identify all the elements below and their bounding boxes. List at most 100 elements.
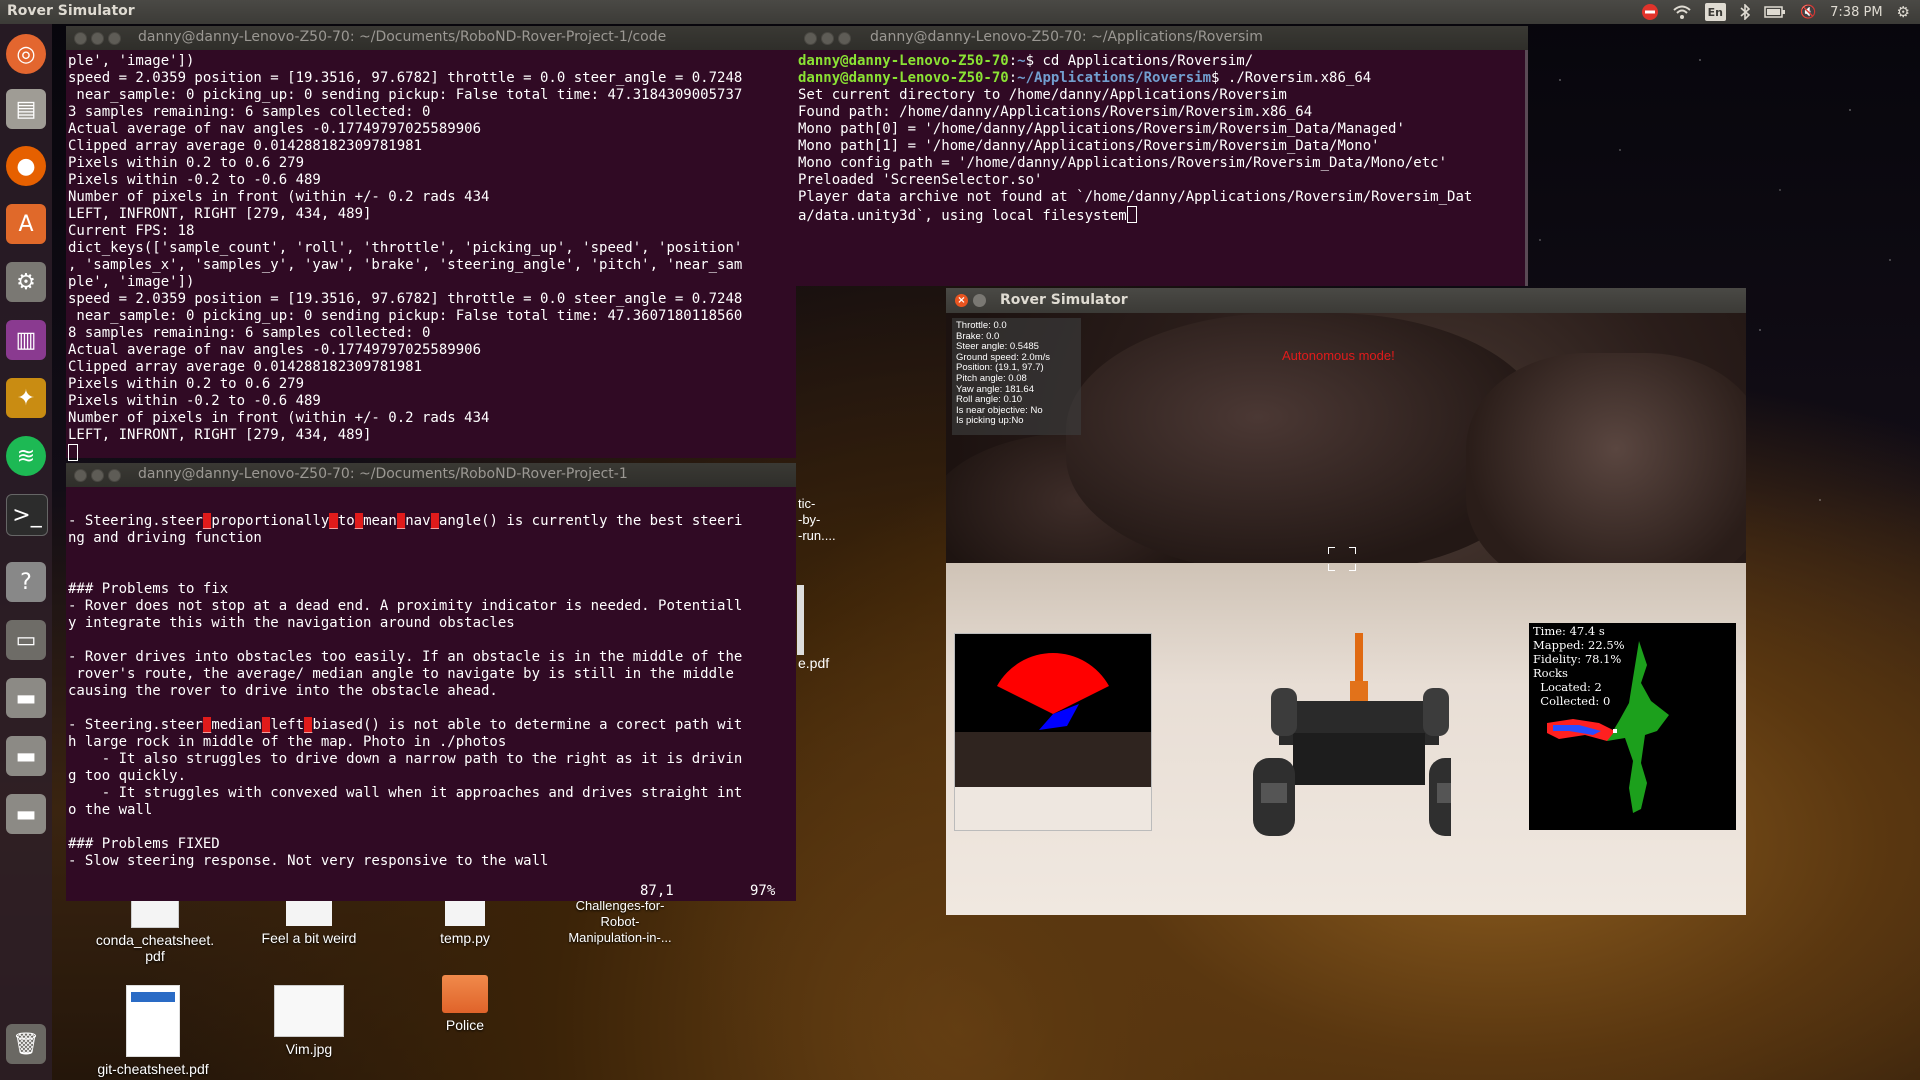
prompt-path: ~/Applications/Roversim bbox=[1017, 70, 1212, 86]
keyboard-layout-indicator[interactable]: En bbox=[1704, 3, 1726, 21]
close-icon[interactable]: × bbox=[955, 294, 968, 307]
terminal-titlebar[interactable]: danny@danny-Lenovo-Z50-70: ~/Application… bbox=[796, 26, 1528, 50]
top-panel: Rover Simulator En 🔇 7:38 PM ⚙ bbox=[0, 0, 1920, 24]
desktop-icon-label: Vim.jpg bbox=[285, 1041, 333, 1057]
drive-icon[interactable]: ▬ bbox=[6, 736, 46, 776]
terminal-line: Mono path[1] = '/home/danny/Applications… bbox=[798, 138, 1380, 154]
firefox-icon[interactable]: ● bbox=[6, 146, 46, 186]
map-statistics: Time: 47.4 s Mapped: 22.5% Fidelity: 78.1%… bbox=[1533, 624, 1625, 708]
terminal-line: LEFT, INFRONT, RIGHT [279, 434, 489] bbox=[68, 427, 372, 443]
pdf-thumbnail-icon bbox=[126, 985, 180, 1057]
terminal-output-last-line: a/data.unity3d`, using local filesystem bbox=[798, 208, 1127, 224]
terminal-line: LEFT, INFRONT, RIGHT [279, 434, 489] bbox=[68, 206, 372, 222]
system-tray: En 🔇 7:38 PM ⚙ bbox=[1641, 0, 1920, 24]
terminal-window-code[interactable]: danny@danny-Lenovo-Z50-70: ~/Documents/R… bbox=[66, 26, 796, 461]
terminal-icon[interactable]: >_ bbox=[6, 494, 48, 536]
rover-simulator-window[interactable]: × Rover Simulator Throttle: 0.0 Brake: 0.… bbox=[946, 288, 1746, 915]
telemetry-hud: Throttle: 0.0 Brake: 0.0 Steer angle: 0.54… bbox=[952, 318, 1081, 435]
maximize-icon[interactable] bbox=[108, 32, 121, 45]
simulator-titlebar[interactable]: × Rover Simulator bbox=[946, 288, 1746, 313]
terminal-cursor bbox=[1126, 206, 1137, 223]
clock[interactable]: 7:38 PM bbox=[1830, 3, 1882, 21]
terminal-line: , 'samples_x', 'samples_y', 'yaw', 'brak… bbox=[68, 257, 743, 273]
vim-cursor-position: 87,1 bbox=[640, 883, 674, 899]
drive-icon[interactable]: ▬ bbox=[6, 678, 46, 718]
terminal-window-roversim[interactable]: danny@danny-Lenovo-Z50-70: ~/Application… bbox=[796, 26, 1528, 286]
maximize-icon[interactable] bbox=[108, 469, 121, 482]
terminal-window-vim[interactable]: danny@danny-Lenovo-Z50-70: ~/Documents/R… bbox=[66, 463, 796, 901]
vim-line: - Rover drives into obstacles too easily… bbox=[68, 649, 743, 665]
terminal-line: Number of pixels in front (within +/- 0.… bbox=[68, 189, 490, 205]
launcher: ◎ ▤ ● A ⚙ ▥ ✦ ≋ >_ ? ▭ ▬ ▬ ▬ 🗑 bbox=[0, 24, 52, 1080]
close-icon[interactable] bbox=[804, 32, 817, 45]
terminal-line: Actual average of nav angles -0.17749797… bbox=[68, 342, 482, 358]
minimize-icon[interactable] bbox=[91, 469, 104, 482]
map-stat-line: Fidelity: 78.1% bbox=[1533, 652, 1622, 666]
desktop-icon-feel-a-bit-weird[interactable]: Feel a bit weird bbox=[249, 900, 369, 946]
close-icon[interactable] bbox=[74, 469, 87, 482]
command-text: $ ./Roversim.x86_64 bbox=[1211, 70, 1372, 86]
window-icon[interactable]: ▭ bbox=[6, 620, 46, 660]
map-stat-line: Rocks bbox=[1533, 666, 1568, 680]
minimize-icon[interactable] bbox=[91, 32, 104, 45]
minimize-icon[interactable] bbox=[973, 294, 986, 307]
bluetooth-icon[interactable] bbox=[1740, 3, 1750, 21]
active-app-title: Rover Simulator bbox=[7, 3, 135, 19]
simulator-viewport[interactable]: Throttle: 0.0 Brake: 0.0 Steer angle: 0.54… bbox=[946, 313, 1746, 915]
battery-icon[interactable] bbox=[1764, 3, 1786, 21]
minimize-icon[interactable] bbox=[821, 32, 834, 45]
terminal-line: speed = 2.0359 position = [19.3516, 97.6… bbox=[68, 291, 743, 307]
terminal-titlebar[interactable]: danny@danny-Lenovo-Z50-70: ~/Documents/R… bbox=[66, 26, 796, 50]
spotify-icon[interactable]: ≋ bbox=[6, 436, 46, 476]
files-icon[interactable]: ▤ bbox=[6, 89, 46, 129]
desktop-icon-challenges-pdf[interactable]: Challenges-for- Robot- Manipulation-in-.… bbox=[560, 898, 680, 946]
desktop-icon-partial-pdf[interactable]: e.pdf bbox=[798, 655, 829, 671]
python-file-icon bbox=[445, 900, 485, 926]
terminal-titlebar[interactable]: danny@danny-Lenovo-Z50-70: ~/Documents/R… bbox=[66, 463, 796, 487]
terminal-line: Found path: /home/danny/Applications/Rov… bbox=[798, 104, 1313, 120]
terminal-line: Mono config path = '/home/danny/Applicat… bbox=[798, 155, 1448, 171]
terminal-line: Pixels within -0.2 to -0.6 489 bbox=[68, 393, 321, 409]
rock bbox=[1466, 353, 1746, 593]
terminal-line: Pixels within 0.2 to 0.6 279 bbox=[68, 376, 305, 392]
puzzle-icon[interactable]: ✦ bbox=[6, 378, 46, 418]
mode-indicator: Autonomous mode! bbox=[1282, 348, 1395, 363]
terminal-line: near_sample: 0 picking_up: 0 sending pic… bbox=[68, 308, 743, 324]
volume-muted-icon[interactable]: 🔇 bbox=[1800, 3, 1816, 21]
ubuntu-dash-icon[interactable]: ◎ bbox=[6, 34, 46, 74]
terminal-line: dict_keys(['sample_count', 'roll', 'thro… bbox=[68, 240, 743, 256]
window-title: danny@danny-Lenovo-Z50-70: ~/Documents/R… bbox=[138, 466, 628, 482]
drive-icon[interactable]: ▬ bbox=[6, 794, 46, 834]
desktop-icon-partial-label[interactable]: tic- -by- -run.... bbox=[798, 496, 836, 544]
window-title: danny@danny-Lenovo-Z50-70: ~/Documents/R… bbox=[138, 29, 667, 45]
terminal-output: danny@danny-Lenovo-Z50-70:~$ cd Applicat… bbox=[798, 53, 1473, 224]
desktop-icon-vim-jpg[interactable]: Vim.jpg bbox=[249, 985, 369, 1057]
desktop-icon-temp-py[interactable]: temp.py bbox=[405, 900, 525, 946]
telemetry-line: Throttle: 0.0 bbox=[956, 320, 1007, 331]
vim-line: - Steering.steer_median_left_biased() is… bbox=[68, 717, 743, 733]
partial-label-line: tic- bbox=[798, 496, 816, 511]
maximize-icon[interactable] bbox=[838, 32, 851, 45]
network-disabled-icon[interactable] bbox=[1641, 3, 1659, 21]
terminal-output-lines: Set current directory to /home/danny/App… bbox=[798, 87, 1472, 205]
image-thumbnail-icon bbox=[274, 985, 344, 1037]
desktop-icon-conda-cheatsheet[interactable]: conda_cheatsheet. pdf bbox=[95, 900, 215, 964]
wifi-icon[interactable] bbox=[1672, 3, 1691, 21]
terminal-line: speed = 2.0359 position = [19.3516, 97.6… bbox=[68, 70, 743, 86]
trash-icon[interactable]: 🗑 bbox=[6, 1024, 46, 1064]
map-stat-line: Time: 47.4 s bbox=[1533, 624, 1605, 638]
gear-icon[interactable]: ⚙ bbox=[1897, 3, 1910, 21]
workspace-icon[interactable]: ▥ bbox=[6, 320, 46, 360]
software-center-icon[interactable]: A bbox=[6, 204, 46, 244]
help-icon[interactable]: ? bbox=[6, 562, 46, 602]
terminal-line: Pixels within 0.2 to 0.6 279 bbox=[68, 155, 305, 171]
close-icon[interactable] bbox=[74, 32, 87, 45]
terminal-line: 3 samples remaining: 6 samples collected… bbox=[68, 104, 431, 120]
rover-vision-panel bbox=[954, 633, 1152, 831]
desktop-icon-label: temp.py bbox=[440, 930, 490, 946]
vim-buffer[interactable]: - Steering.steer_proportionally_to_mean_… bbox=[68, 496, 742, 870]
scrollbar[interactable] bbox=[1525, 50, 1528, 286]
desktop-icon-police-folder[interactable]: Police bbox=[405, 975, 525, 1033]
desktop-icon-git-cheatsheet[interactable]: git-cheatsheet.pdf bbox=[93, 985, 213, 1077]
settings-icon[interactable]: ⚙ bbox=[6, 262, 46, 302]
